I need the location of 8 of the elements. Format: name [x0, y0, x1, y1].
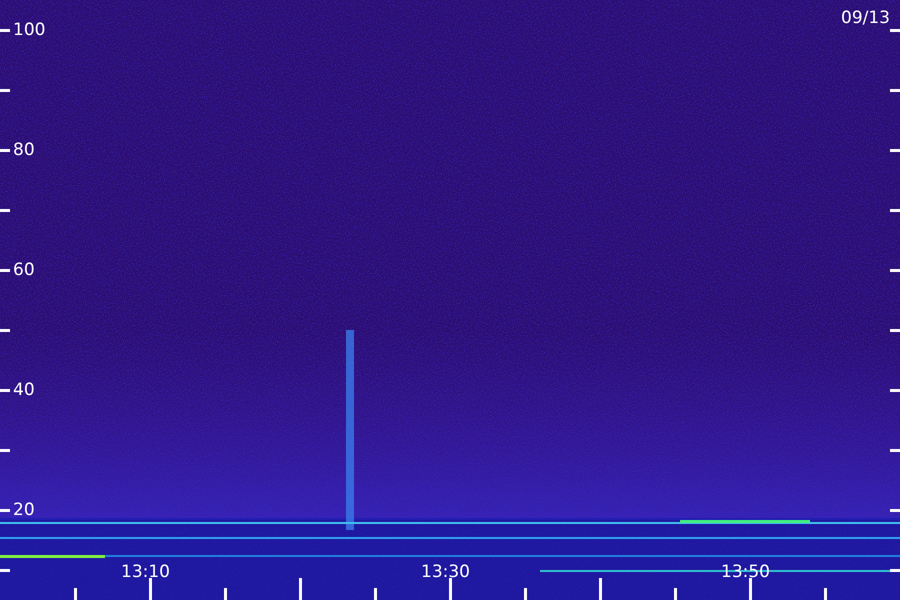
y-axis-label: 20 — [13, 500, 35, 520]
y-axis-label: 60 — [13, 260, 35, 280]
x-axis-label: 13:30 — [421, 562, 470, 582]
y-axis-label: 40 — [13, 380, 35, 400]
y-axis-label: 80 — [13, 140, 35, 160]
date-label: 09/13 — [841, 8, 890, 28]
x-axis-label: 13:10 — [121, 562, 170, 582]
y-axis-label: 100 — [13, 20, 46, 40]
